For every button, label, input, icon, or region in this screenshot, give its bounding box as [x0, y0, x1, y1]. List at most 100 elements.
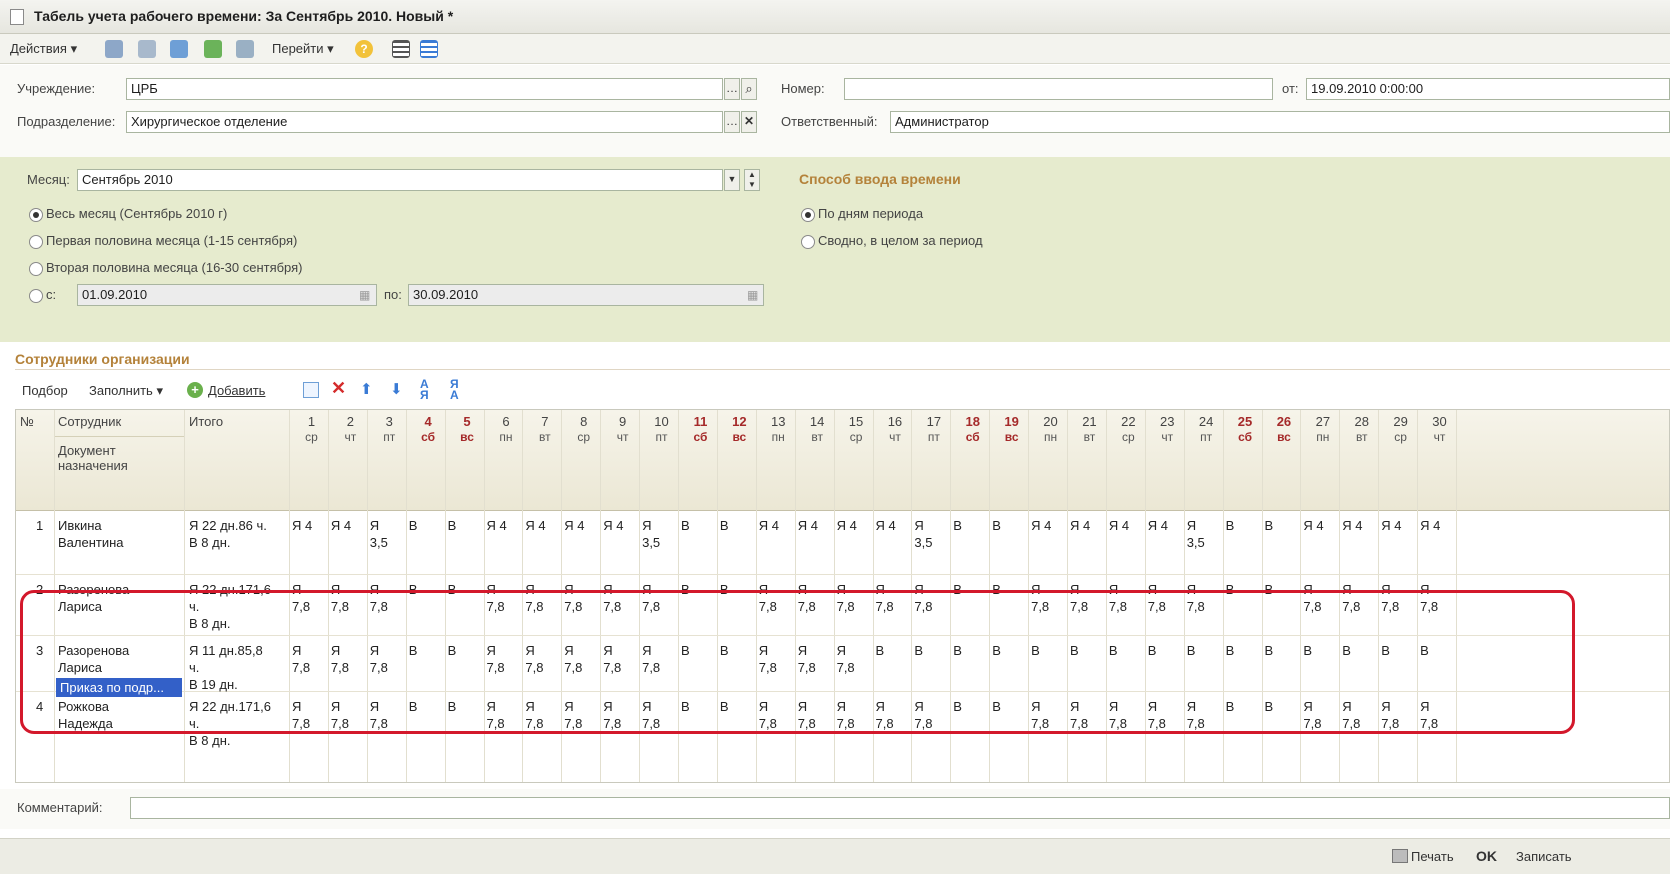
from-date-field[interactable]: 01.09.2010	[77, 284, 377, 306]
add-icon[interactable]: +	[187, 382, 203, 398]
weekday: пт	[383, 430, 396, 444]
list-settings-icon[interactable]	[392, 40, 410, 58]
department-label: Подразделение:	[17, 114, 116, 129]
dropdown-icon[interactable]: ▼	[724, 169, 740, 191]
day-cell[interactable]: Я 3,5	[642, 517, 677, 551]
weekday: чт	[1433, 430, 1446, 444]
weekday: ср	[1121, 430, 1135, 444]
sort-asc-icon[interactable]: AЯ	[420, 378, 429, 401]
day-cell[interactable]: Я 4	[759, 517, 794, 534]
day-cell[interactable]: Я 4	[1420, 517, 1455, 534]
help-icon[interactable]: ?	[355, 40, 373, 58]
tree-settings-icon[interactable]	[420, 40, 438, 58]
radio-first-half[interactable]	[29, 235, 43, 249]
goto-menu[interactable]: Перейти ▾	[272, 41, 334, 57]
day-cell[interactable]: Я 4	[1342, 517, 1377, 534]
day-cell[interactable]: Я 3,5	[370, 517, 405, 551]
select-button[interactable]: Подбор	[22, 383, 68, 398]
day-cell[interactable]: В	[409, 517, 444, 534]
print-button[interactable]: Печать	[1411, 849, 1454, 864]
input-mode-title: Способ ввода времени	[799, 171, 961, 187]
day-cell[interactable]: Я 4	[603, 517, 638, 534]
day-number: 18	[965, 414, 980, 429]
employee-name[interactable]: Ивкина Валентина	[58, 517, 182, 551]
day-cell[interactable]: Я 4	[331, 517, 366, 534]
column-header-day: 30 чт	[1420, 414, 1459, 445]
day-cell[interactable]: Я 4	[487, 517, 522, 534]
month-field[interactable]: Сентябрь 2010	[77, 169, 723, 191]
printer-icon[interactable]	[1392, 849, 1408, 863]
radio-label: Вторая половина месяца (16-30 сентября)	[46, 260, 303, 275]
day-cell[interactable]: Я 3,5	[914, 517, 949, 551]
weekday: чт	[344, 430, 357, 444]
weekday: сб	[965, 430, 980, 444]
search-icon[interactable]: ⌕	[741, 78, 757, 100]
day-cell[interactable]: В	[1265, 517, 1300, 534]
day-cell[interactable]: Я 4	[1303, 517, 1338, 534]
radio-custom[interactable]	[29, 289, 43, 303]
day-cell[interactable]: В	[720, 517, 755, 534]
day-cell[interactable]: Я 4	[1148, 517, 1183, 534]
radio-whole-month[interactable]	[29, 208, 43, 222]
table-row[interactable]: 1 Ивкина Валентина Я 22 дн.86 ч. В 8 дн. Я …	[16, 511, 1669, 575]
responsible-field[interactable]: Администратор	[890, 111, 1670, 133]
row-number: 1	[36, 518, 44, 533]
radio-summary[interactable]	[801, 235, 815, 249]
copy-icon[interactable]	[170, 40, 188, 58]
day-cell[interactable]: Я 4	[1031, 517, 1066, 534]
from-label: с:	[46, 287, 57, 302]
actions-menu[interactable]: Действия ▾	[10, 41, 77, 57]
movements-icon[interactable]	[236, 40, 254, 58]
column-header-day: 9 чт	[603, 414, 642, 445]
day-cell[interactable]: Я 4	[1109, 517, 1144, 534]
weekday: сб	[421, 430, 436, 444]
date-field[interactable]: 19.09.2010 0:00:00	[1306, 78, 1670, 100]
fill-menu[interactable]: Заполнить ▾	[89, 383, 163, 399]
day-cell[interactable]: Я 4	[564, 517, 599, 534]
day-cell[interactable]: В	[681, 517, 716, 534]
ok-button[interactable]: OK	[1476, 848, 1497, 864]
day-number: 1	[307, 414, 316, 429]
calendar-icon[interactable]: ▦	[359, 288, 370, 302]
calendar-icon[interactable]: ▦	[747, 288, 758, 302]
comment-field[interactable]	[130, 797, 1670, 819]
day-cell[interactable]: В	[1226, 517, 1261, 534]
to-date-field[interactable]: 30.09.2010	[408, 284, 764, 306]
export-icon[interactable]	[204, 40, 222, 58]
move-down-icon[interactable]: ⬇	[390, 380, 403, 398]
weekday: чт	[616, 430, 629, 444]
day-cell[interactable]: В	[992, 517, 1027, 534]
structure-icon[interactable]	[138, 40, 156, 58]
add-button[interactable]: Добавить	[208, 383, 265, 398]
post-icon[interactable]	[105, 40, 123, 58]
day-cell[interactable]: Я 3,5	[1187, 517, 1222, 551]
day-cell[interactable]: Я 4	[837, 517, 872, 534]
save-button[interactable]: Записать	[1516, 849, 1572, 864]
column-header-day: 1 ср	[292, 414, 331, 445]
total-cell[interactable]: Я 22 дн.86 ч. В 8 дн.	[189, 517, 289, 551]
spin-icon[interactable]: ▲ ▼	[744, 169, 760, 191]
department-field[interactable]: Хирургическое отделение	[126, 111, 723, 133]
day-cell[interactable]: Я 4	[1381, 517, 1416, 534]
clear-icon[interactable]: ✕	[741, 111, 757, 133]
sort-desc-icon[interactable]: ЯA	[450, 378, 459, 401]
institution-field[interactable]: ЦРБ	[126, 78, 723, 100]
window-titlebar: Табель учета рабочего времени: За Сентяб…	[0, 0, 1670, 34]
window-title: Табель учета рабочего времени: За Сентяб…	[34, 8, 454, 24]
day-cell[interactable]: Я 4	[525, 517, 560, 534]
select-button[interactable]: …	[724, 111, 740, 133]
day-cell[interactable]: В	[448, 517, 483, 534]
delete-icon[interactable]: ✕	[331, 378, 346, 399]
number-field[interactable]	[844, 78, 1273, 100]
day-cell[interactable]: Я 4	[1070, 517, 1105, 534]
radio-by-days[interactable]	[801, 208, 815, 222]
move-up-icon[interactable]: ⬆	[360, 380, 373, 398]
select-button[interactable]: …	[724, 78, 740, 100]
day-cell[interactable]: В	[953, 517, 988, 534]
day-cell[interactable]: Я 4	[292, 517, 327, 534]
radio-label: Первая половина месяца (1-15 сентября)	[46, 233, 298, 248]
copy-icon[interactable]	[303, 382, 319, 398]
radio-second-half[interactable]	[29, 262, 43, 276]
day-cell[interactable]: Я 4	[876, 517, 911, 534]
day-cell[interactable]: Я 4	[798, 517, 833, 534]
